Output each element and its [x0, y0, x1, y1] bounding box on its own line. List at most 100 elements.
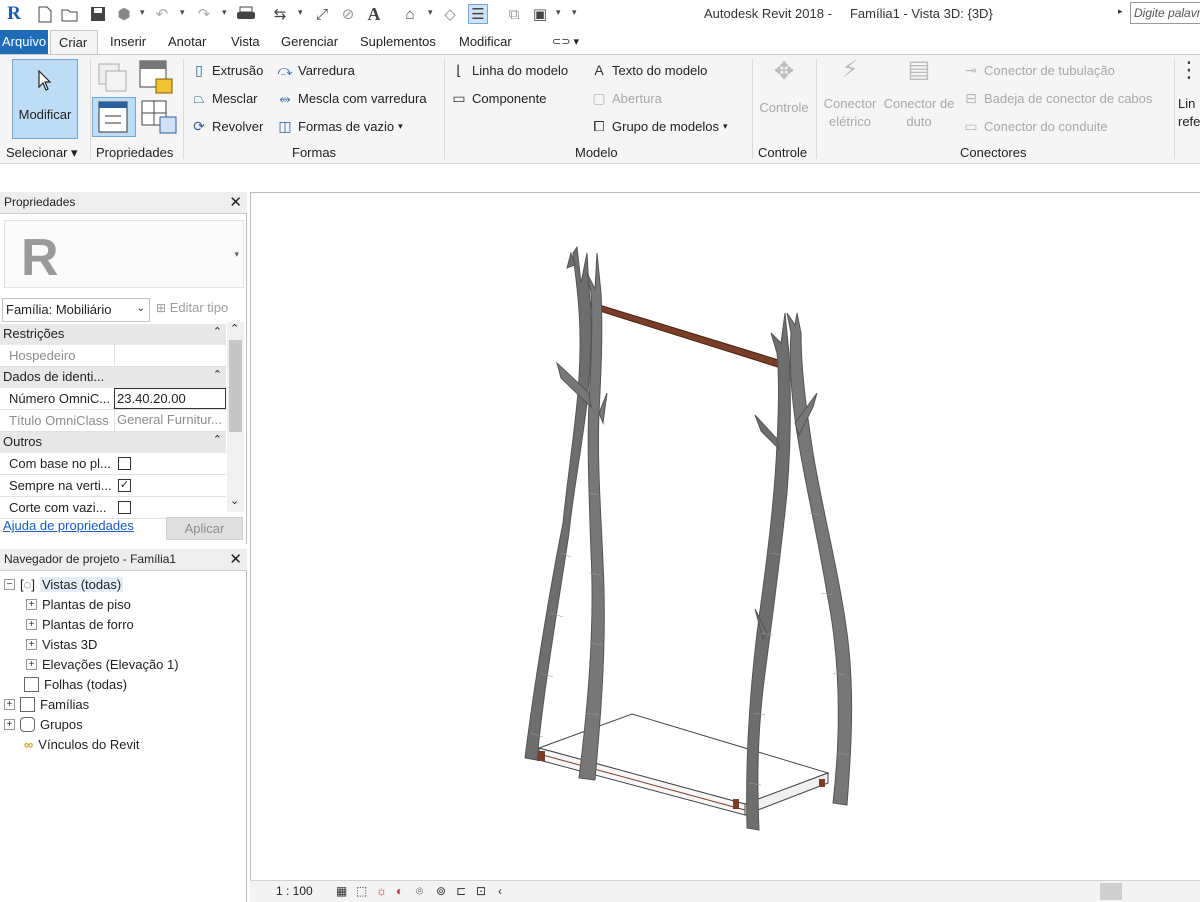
expand-icon[interactable]: + [26, 619, 37, 630]
properties-button[interactable] [92, 97, 136, 137]
tree-node-elevacoes[interactable]: + Elevações (Elevação 1) [26, 657, 179, 672]
reference-line-button[interactable]: ⋮ Lin refe [1178, 59, 1200, 131]
scroll-left-icon[interactable]: ‹ [498, 884, 513, 898]
linha-modelo-button[interactable]: ⌊ Linha do modelo [450, 61, 568, 79]
crop-view-icon[interactable]: ⊏ [456, 884, 471, 898]
section-icon[interactable]: ◇ [440, 4, 460, 24]
view-scale[interactable]: 1 : 100 [276, 884, 313, 898]
tree-node-vistas[interactable]: − [◌] Vistas (todas) [4, 577, 124, 592]
family-category-icon[interactable] [96, 61, 130, 95]
conector-tubulacao-button[interactable]: ⊸ Conector de tubulação [962, 61, 1115, 79]
revolver-button[interactable]: ⟳ Revolver [190, 117, 263, 135]
family-parameters-icon[interactable] [140, 99, 178, 135]
expand-icon[interactable]: + [4, 699, 15, 710]
expand-icon[interactable]: + [26, 659, 37, 670]
print-icon[interactable] [236, 4, 256, 24]
3d-viewport[interactable] [250, 192, 1200, 880]
expand-icon[interactable]: + [4, 719, 15, 730]
type-preview-dropdown-icon[interactable]: ▾ [234, 249, 239, 260]
tree-node-vistas-3d[interactable]: + Vistas 3D [26, 637, 97, 652]
tab-suplementos[interactable]: Suplementos [360, 34, 436, 49]
render-icon[interactable]: ⌾ [416, 884, 431, 898]
scroll-up-icon[interactable]: ⌃ [230, 322, 239, 335]
conector-duto-button[interactable]: ▤ Conector de duto [880, 58, 958, 131]
customize-qat-icon[interactable]: ▾ [572, 7, 577, 18]
tree-node-folhas[interactable]: Folhas (todas) [24, 677, 127, 692]
tree-node-plantas-piso[interactable]: + Plantas de piso [26, 597, 131, 612]
tab-arquivo[interactable]: Arquivo [0, 30, 48, 54]
selecionar-panel-label[interactable]: Selecionar ▾ [6, 145, 78, 161]
redo-icon[interactable]: ↷ [194, 4, 214, 24]
omniclass-number-field[interactable]: 23.40.20.00 [114, 388, 226, 409]
corte-vazio-checkbox[interactable] [118, 501, 131, 514]
shadows-icon[interactable]: ◐ [396, 884, 411, 898]
bandeja-cabos-button[interactable]: ⊟ Badeja de conector de cabos [962, 89, 1152, 107]
type-selector[interactable]: Família: Mobiliário ⌄ [2, 298, 150, 322]
tab-vista[interactable]: Vista [231, 34, 260, 49]
close-hidden-windows-icon[interactable]: ⧉ [504, 4, 524, 24]
componente-button[interactable]: ▭ Componente [450, 89, 546, 107]
tab-anotar[interactable]: Anotar [168, 34, 206, 49]
tab-criar[interactable]: Criar [50, 30, 98, 55]
properties-scrollbar[interactable]: ⌃ ⌄ [227, 322, 244, 512]
detail-level-icon[interactable]: ▦ [336, 884, 351, 898]
tab-inserir[interactable]: Inserir [110, 34, 146, 49]
tree-node-vinculos[interactable]: ∞ Vínculos do Revit [24, 737, 139, 752]
collapse-icon[interactable]: − [4, 579, 15, 590]
search-input[interactable]: Digite palavra [1130, 2, 1200, 24]
sync-icon[interactable]: ⬢ [114, 4, 134, 24]
undo-dropdown-icon[interactable]: ▾ [180, 7, 185, 18]
group-dados-identidade[interactable]: Dados de identi... ⌃ [0, 367, 226, 388]
modificar-button[interactable]: Modificar [12, 59, 78, 139]
conector-conduite-button[interactable]: ▭ Conector do conduite [962, 117, 1107, 135]
tree-node-grupos[interactable]: + Grupos [4, 717, 83, 732]
type-preview[interactable]: R ▾ [4, 220, 244, 288]
expand-icon[interactable]: + [26, 639, 37, 650]
properties-help-link[interactable]: Ajuda de propriedades [3, 518, 134, 533]
texto-modelo-button[interactable]: A Texto do modelo [590, 61, 707, 79]
collapse-icon[interactable]: ⌃ [213, 325, 222, 338]
tab-modificar[interactable]: Modificar [459, 34, 512, 49]
varredura-button[interactable]: ⤼ Varredura [276, 61, 355, 79]
open-folder-icon[interactable] [60, 4, 80, 24]
formas-vazio-button[interactable]: ◫ Formas de vazio ▾ [276, 117, 402, 135]
group-outros[interactable]: Outros ⌃ [0, 432, 226, 453]
revit-logo-icon[interactable]: R [4, 3, 24, 24]
thin-lines-icon[interactable]: ☰ [468, 4, 488, 24]
ribbon-minimize-icon[interactable]: ⊂⊃ ▾ [552, 35, 579, 48]
grupo-modelos-button[interactable]: ⧠ Grupo de modelos ▾ [590, 117, 727, 135]
hide-isolate-icon[interactable]: ⊡ [476, 884, 491, 898]
close-icon[interactable]: ✕ [229, 193, 242, 211]
new-file-icon[interactable] [34, 4, 54, 24]
redo-dropdown-icon[interactable]: ▾ [222, 7, 227, 18]
com-base-checkbox[interactable] [118, 457, 131, 470]
collapse-icon[interactable]: ⌃ [213, 368, 222, 381]
sync-dropdown-icon[interactable]: ▾ [140, 7, 145, 18]
undo-icon[interactable]: ↶ [152, 4, 172, 24]
switch-windows-icon[interactable]: ▣ [530, 4, 550, 24]
conector-eletrico-button[interactable]: ⚡ Conector elétrico [820, 58, 880, 131]
extrusao-button[interactable]: ▯ Extrusão [190, 61, 263, 79]
align-icon[interactable]: ⇆ [270, 4, 290, 24]
tab-gerenciar[interactable]: Gerenciar [281, 34, 338, 49]
lock-view-icon[interactable]: ⊚ [436, 884, 451, 898]
3d-view-dropdown-icon[interactable]: ▾ [428, 7, 433, 18]
group-restricoes[interactable]: Restrições ⌃ [0, 324, 226, 345]
close-icon[interactable]: ✕ [229, 550, 242, 568]
measure-icon[interactable]: ⤢ [312, 4, 332, 24]
default-3d-view-icon[interactable]: ⌂ [400, 4, 420, 24]
dimension-icon[interactable]: ⊘ [338, 4, 358, 24]
controle-button[interactable]: ✥ Controle [756, 60, 812, 117]
family-types-icon[interactable] [138, 59, 176, 97]
text-tool-icon[interactable]: A [364, 4, 384, 24]
align-dropdown-icon[interactable]: ▾ [298, 7, 303, 18]
abertura-button[interactable]: ▢ Abertura [590, 89, 662, 107]
edit-type-button[interactable]: ⊞ Editar tipo [156, 300, 228, 315]
apply-button[interactable]: Aplicar [166, 517, 243, 540]
scrollbar-thumb[interactable] [229, 340, 242, 432]
horizontal-scrollbar-thumb[interactable] [1100, 883, 1122, 900]
mescla-varredura-button[interactable]: ⥈ Mescla com varredura [276, 89, 426, 107]
sun-path-icon[interactable]: ☼ [376, 884, 391, 898]
switch-windows-dropdown-icon[interactable]: ▾ [556, 7, 561, 18]
collapse-icon[interactable]: ⌃ [213, 433, 222, 446]
